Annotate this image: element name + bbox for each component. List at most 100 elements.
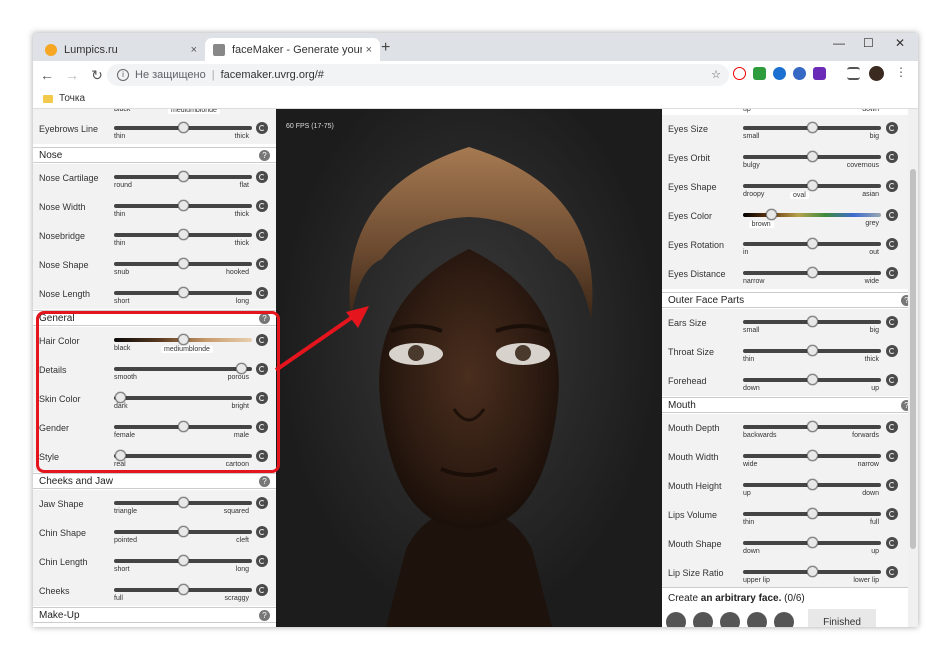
reset-icon[interactable] [256,584,268,596]
slider-thumb[interactable] [178,122,189,133]
slider-thumb[interactable] [807,267,818,278]
tab-close-icon[interactable]: × [191,44,197,56]
slider-thumb[interactable] [807,238,818,249]
reset-icon[interactable] [886,345,898,357]
slider-thumb[interactable] [807,151,818,162]
slider-thumb[interactable] [807,508,818,519]
slider-thumb[interactable] [807,537,818,548]
slider-thumb[interactable] [807,450,818,461]
slider-track[interactable] [743,213,881,217]
url-text[interactable]: facemaker.uvrg.org/# [221,69,324,81]
help-icon[interactable]: ? [259,610,270,621]
slider-max-label: squared [223,508,249,515]
section-header[interactable]: Nose? [33,147,276,163]
reset-icon[interactable] [886,238,898,250]
slider-label: Nose Width [39,202,86,212]
reset-icon[interactable] [886,209,898,221]
reset-icon[interactable] [256,555,268,567]
slider-thumb[interactable] [178,287,189,298]
slider-thumb[interactable] [807,122,818,133]
reset-icon[interactable] [886,180,898,192]
reset-icon[interactable] [886,508,898,520]
reset-icon[interactable] [886,450,898,462]
slider-label: Lip Size Ratio [668,568,724,578]
reset-icon[interactable] [886,566,898,578]
reload-icon[interactable]: ↻ [86,67,108,84]
reset-icon[interactable] [886,421,898,433]
slider-label: Lips Volume [668,510,718,520]
slider-row: Eyes Rotation in out [662,231,918,260]
slider-thumb[interactable] [807,421,818,432]
reset-all-icon[interactable] [666,612,686,627]
reset-icon[interactable] [256,229,268,241]
reset-icon[interactable] [886,316,898,328]
slider-thumb[interactable] [178,584,189,595]
globe-extension-icon[interactable] [773,67,786,80]
slider-thumb[interactable] [178,497,189,508]
reset-icon[interactable] [256,171,268,183]
star-icon[interactable]: ☆ [711,68,721,81]
finished-button[interactable]: Finished [808,609,876,627]
slider-thumb[interactable] [178,200,189,211]
reset-icon[interactable] [256,497,268,509]
section-header[interactable]: Make-Up? [33,607,276,623]
reset-icon[interactable] [256,287,268,299]
avatar[interactable] [869,66,884,81]
reset-icon[interactable] [256,122,268,134]
reset-icon[interactable] [886,122,898,134]
slider-thumb[interactable] [178,526,189,537]
slider-thumb[interactable] [178,229,189,240]
slider-thumb[interactable] [178,555,189,566]
scrollbar[interactable] [908,109,918,627]
section-header[interactable]: Cheeks and Jaw? [33,473,276,489]
media-list-icon[interactable] [847,67,860,80]
slider-min-label: short [114,298,130,305]
reset-icon[interactable] [256,200,268,212]
gallery-icon[interactable] [693,612,713,627]
address-bar[interactable]: i Не защищено | facemaker.uvrg.org/# ☆ [107,64,729,86]
check-extension-icon[interactable] [753,67,766,80]
info-icon[interactable] [747,612,767,627]
slider-thumb[interactable] [807,345,818,356]
bookmark-item[interactable]: Точка [59,93,85,104]
reset-icon[interactable] [886,374,898,386]
reset-icon[interactable] [256,526,268,538]
section-header[interactable]: Mouth? [662,397,918,413]
reset-icon[interactable] [886,479,898,491]
slider-row: Lips Volume thin full [662,501,918,530]
tab-close-icon[interactable]: × [366,44,372,56]
slider-thumb[interactable] [178,258,189,269]
vpn-extension-icon[interactable] [793,67,806,80]
help-icon[interactable]: ? [259,476,270,487]
slider-thumb[interactable] [807,180,818,191]
close-window-button[interactable]: ✕ [895,36,905,50]
minimize-button[interactable]: — [833,36,845,50]
slider-thumb[interactable] [807,316,818,327]
reset-icon[interactable] [886,151,898,163]
opera-extension-icon[interactable] [733,67,746,80]
slider-row: Throat Size thin thick [662,338,918,367]
slider-thumb[interactable] [807,374,818,385]
new-tab-button[interactable]: + [381,39,390,57]
help-icon[interactable]: ? [259,150,270,161]
slider-thumb[interactable] [178,171,189,182]
slider-thumb[interactable] [765,209,777,220]
slider-label: Chin Shape [39,528,87,538]
tab-lumpics[interactable]: Lumpics.ru × [37,38,205,61]
reset-icon[interactable] [886,537,898,549]
user-icon[interactable] [720,612,740,627]
reset-icon[interactable] [886,267,898,279]
slider-thumb[interactable] [807,479,818,490]
section-header[interactable]: Outer Face Parts? [662,292,918,308]
forward-icon[interactable]: → [61,67,83,83]
info-icon[interactable]: i [117,69,129,81]
slider-thumb[interactable] [807,566,818,577]
tab-facemaker[interactable]: faceMaker - Generate your favou × [205,38,380,61]
twitch-extension-icon[interactable] [813,67,826,80]
reset-icon[interactable] [256,258,268,270]
maximize-button[interactable]: ☐ [863,36,874,50]
menu-icon[interactable]: ⋮ [895,65,908,79]
scrollbar-thumb[interactable] [910,169,916,549]
back-icon[interactable]: ← [36,67,58,83]
mail-icon[interactable] [774,612,794,627]
